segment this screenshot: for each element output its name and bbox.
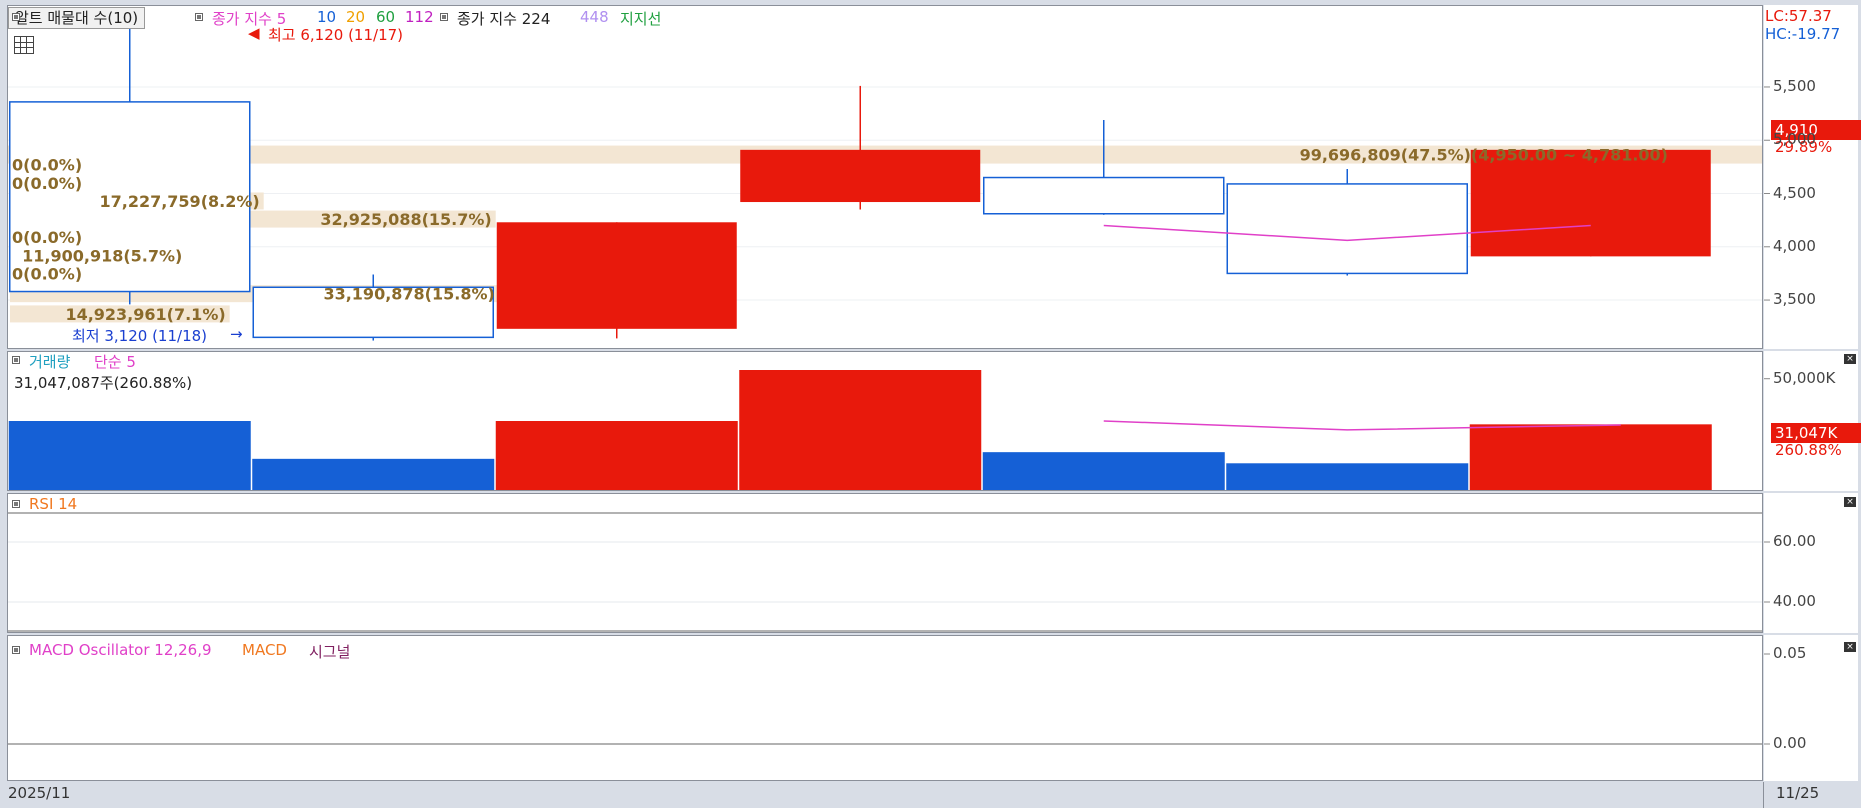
chart-canvas[interactable]: 0(0.0%)0(0.0%)17,227,759(8.2%)32,925,088… [0, 0, 1861, 808]
date-end-label: 11/25 [1776, 784, 1820, 802]
macd-line-label: MACD [242, 641, 287, 659]
ma-toggle-icon[interactable] [195, 13, 203, 21]
high-price-label: 최고 6,120 (11/17) [268, 26, 404, 44]
volume-bar [739, 370, 982, 490]
macd-tick-label: 0.05 [1773, 644, 1807, 662]
volume-profile-label: 17,227,759(8.2%) [99, 192, 259, 211]
volume-bar [252, 458, 495, 490]
chart-window: 0(0.0%) 0(0.0%) 17,227,759(8.2%) 32,925,088… [0, 0, 1861, 808]
rsi-tick-label: 60.00 [1773, 532, 1816, 550]
volume-bar [982, 452, 1225, 490]
volume-profile-label: 0(0.0%) [12, 174, 82, 193]
volume-tick-label: 50,000K [1773, 368, 1836, 387]
macd-signal-label: 시그널 [309, 643, 351, 661]
macd-tick-label: 0.00 [1773, 734, 1807, 752]
lc-value: LC:57.37 [1765, 7, 1832, 25]
rsi-close-icon[interactable]: × [1844, 497, 1856, 507]
volume-bar [8, 421, 251, 490]
macd-close-icon[interactable]: × [1844, 642, 1856, 652]
volume-profile-label: 0(0.0%) [12, 156, 82, 175]
volume-profile-label: 0(0.0%) [12, 228, 82, 247]
price-tick-label: 4,500 [1773, 183, 1816, 202]
low-price-label: 최저 3,120 (11/18) [72, 327, 208, 345]
candle-body [983, 176, 1225, 215]
price-tick-label: 3,500 [1773, 290, 1816, 309]
rsi-tick-label: 40.00 [1773, 592, 1816, 610]
volume-close-icon[interactable]: × [1844, 354, 1856, 364]
volume-value: 31,047,087주(260.88%) [14, 374, 193, 392]
volume-toggle-icon[interactable] [12, 356, 20, 364]
volume-profile-label: 32,925,088(15.7%) [320, 210, 491, 229]
high-arrow-icon: ◀ [248, 24, 260, 42]
volume-profile-label: 11,900,918(5.7%) [22, 246, 182, 265]
price-tick-label: 5,500 [1773, 76, 1816, 95]
date-axis-divider [1763, 782, 1764, 808]
volume-change: 260.88% [1775, 441, 1842, 459]
ma-112-label: 112 [405, 8, 434, 26]
candle-body [740, 149, 981, 203]
rsi-title: RSI 14 [29, 495, 78, 513]
ma2-legend-label: 종가 지수 224 [457, 10, 551, 28]
candle-body [496, 222, 737, 329]
price-tick-label: 4,000 [1773, 236, 1816, 255]
grid-table-icon[interactable] [14, 36, 34, 54]
hc-value: HC:-19.77 [1765, 25, 1841, 43]
volume-profile-label: 33,190,878(15.8%) [323, 285, 494, 304]
ma2-toggle-icon[interactable] [440, 13, 448, 21]
support-line-label: 지지선 [620, 10, 662, 28]
macd-toggle-icon[interactable] [12, 646, 20, 654]
date-axis[interactable] [0, 782, 1861, 808]
volume-bar [1469, 424, 1712, 490]
price-tick-label: 5,000 [1773, 130, 1816, 149]
candle-body [1470, 149, 1711, 257]
legend-toggle-icon[interactable] [12, 13, 20, 21]
volume-profile-label: 14,923,961(7.1%) [65, 305, 225, 324]
volume-bar [1226, 463, 1469, 490]
macd-title: MACD Oscillator 12,26,9 [29, 641, 212, 659]
volume-badge: 31,047K [1771, 423, 1861, 443]
alt-volume-profile-button[interactable]: 알트 매물대 수(10) [8, 7, 146, 29]
date-start-label: 2025/11 [8, 784, 71, 802]
rsi-toggle-icon[interactable] [12, 500, 20, 508]
candle-body [1226, 183, 1468, 275]
volume-profile-top-label: 99,696,809(47.5%)(4,950.00 ~ 4,781.00) [1300, 146, 1668, 165]
volume-title: 거래량 [29, 353, 71, 371]
ma2-448-label: 448 [580, 8, 609, 26]
volume-profile-label: 0(0.0%) [12, 264, 82, 283]
volume-ma-label: 단순 5 [94, 353, 136, 371]
low-arrow-icon: → [230, 325, 243, 343]
volume-bar [495, 421, 738, 490]
